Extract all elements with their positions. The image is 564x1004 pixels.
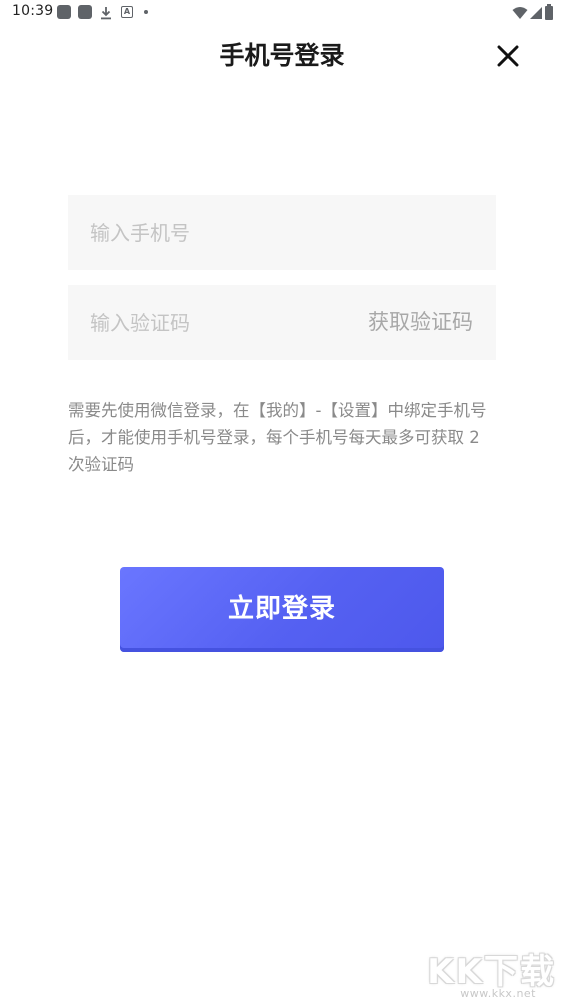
- status-bar: 10:39 A: [0, 0, 564, 24]
- phone-input[interactable]: [90, 195, 340, 270]
- login-button[interactable]: 立即登录: [120, 567, 444, 652]
- get-code-button[interactable]: 获取验证码: [368, 285, 473, 360]
- wifi-icon: [512, 5, 528, 19]
- phone-field-container: [68, 195, 496, 270]
- close-icon: [497, 45, 519, 67]
- app-icon: [78, 5, 92, 19]
- watermark-logo: KK下载: [427, 952, 556, 992]
- app-icon: [57, 5, 71, 19]
- signal-icon: [530, 5, 542, 19]
- watermark-url: www.kkx.net: [460, 987, 536, 1000]
- notice-text: 需要先使用微信登录，在【我的】-【设置】中绑定手机号后，才能使用手机号登录，每个…: [68, 401, 487, 474]
- close-button[interactable]: [492, 40, 524, 72]
- page-title: 手机号登录: [219, 41, 345, 70]
- verification-code-input[interactable]: [90, 285, 340, 360]
- a-icon: A: [121, 6, 133, 18]
- dot-icon: [144, 10, 148, 14]
- download-icon: [99, 5, 113, 20]
- status-time: 10:39: [12, 3, 54, 19]
- code-field-container: 获取验证码: [68, 285, 496, 360]
- watermark: KK下载 www.kkx.net: [427, 944, 560, 1000]
- battery-icon: [544, 4, 554, 20]
